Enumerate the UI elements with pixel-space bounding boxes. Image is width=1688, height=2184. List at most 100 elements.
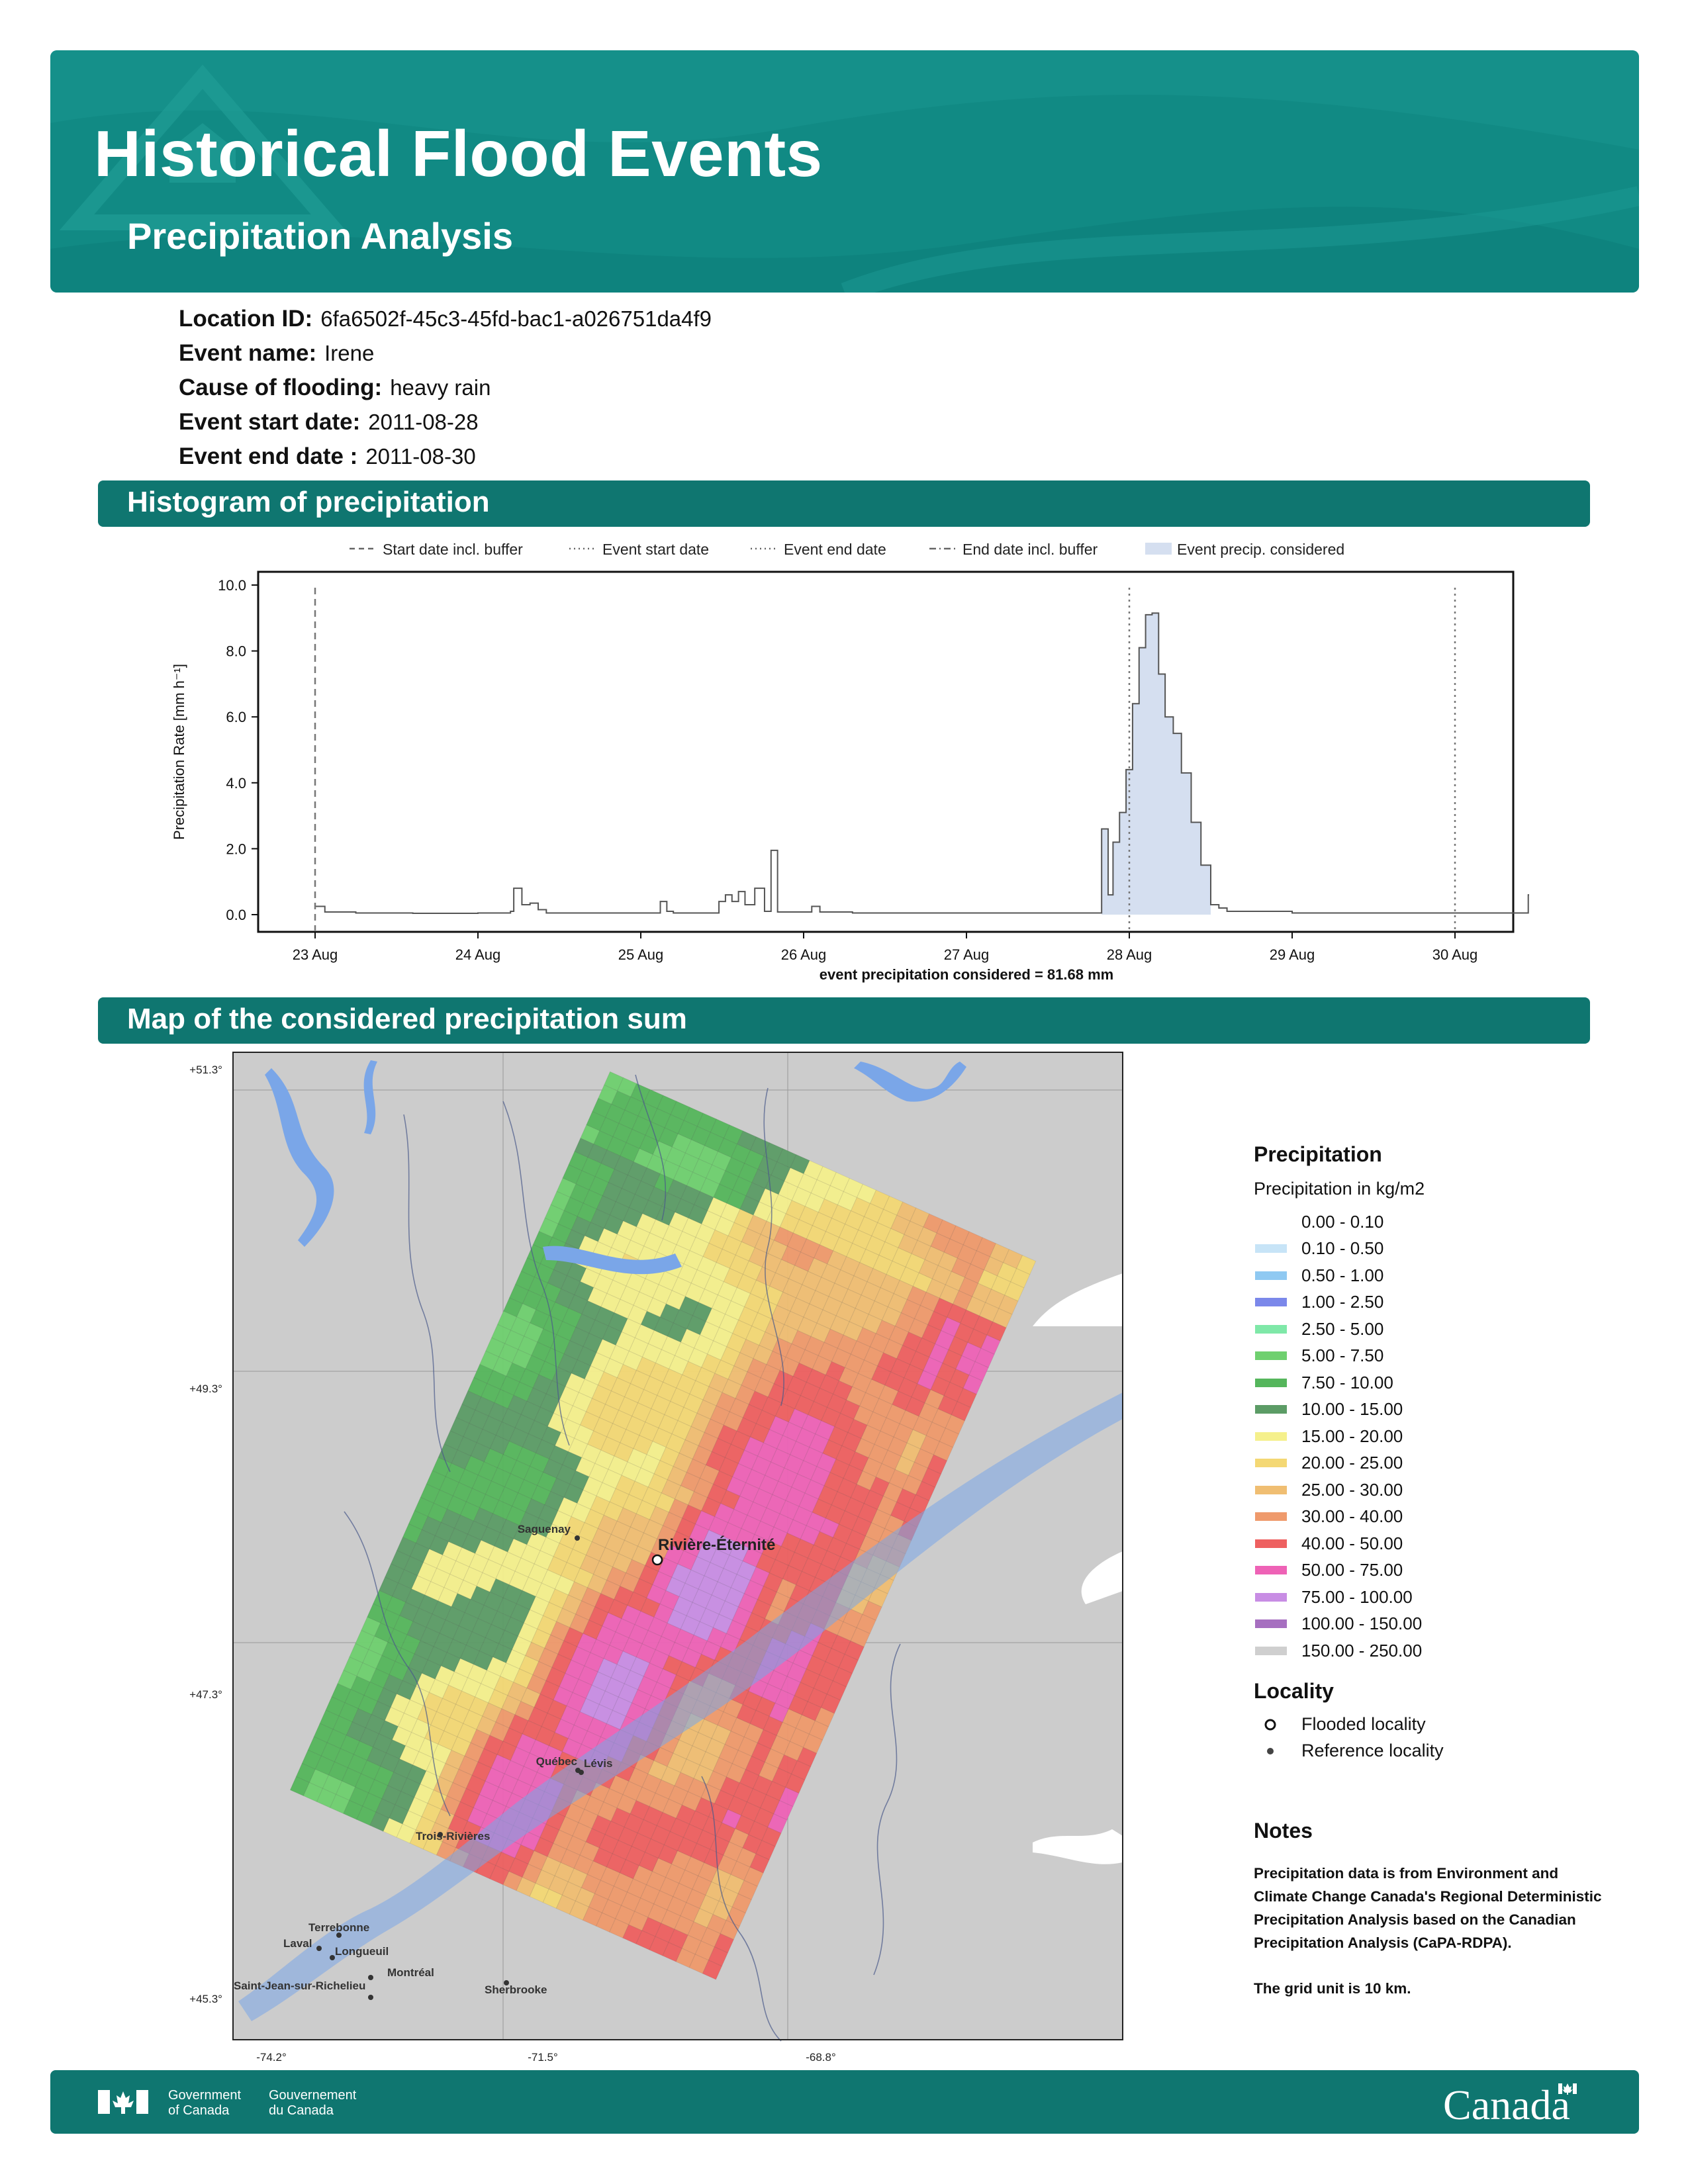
reference-locality-marker [575, 1535, 580, 1541]
x-tick-label: 29 Aug [1270, 946, 1315, 963]
legend-swatch [1255, 1539, 1287, 1548]
event-info: Location ID: 6fa6502f-45c3-45fd-bac1-a02… [179, 306, 712, 478]
gov-fr-line1: Gouvernement [269, 2088, 357, 2103]
legend-swatch [1255, 1324, 1287, 1334]
chart-legend-label: Start date incl. buffer [383, 541, 523, 558]
legend-flooded-locality: Flooded locality [1254, 1711, 1624, 1738]
legend-item-label: 150.00 - 250.00 [1301, 1640, 1423, 1661]
reference-locality-marker [579, 1770, 584, 1775]
gov-fr-line2: du Canada [269, 2103, 334, 2118]
y-tick-label: 0.0 [226, 907, 246, 923]
legend-swatch [1255, 1432, 1287, 1441]
legend-item: 75.00 - 100.00 [1254, 1584, 1624, 1611]
reference-locality-marker [368, 1995, 373, 2000]
x-tick-label: 25 Aug [618, 946, 664, 963]
end-date-value: 2011-08-30 [365, 444, 476, 469]
reference-locality-marker [316, 1946, 322, 1951]
page-subtitle: Precipitation Analysis [127, 215, 513, 257]
cause-value: heavy rain [390, 375, 491, 400]
locality-title: Locality [1254, 1678, 1334, 1703]
y-tick-label: 6.0 [226, 709, 246, 725]
x-tick-label: 24 Aug [455, 946, 501, 963]
canada-flag-icon [98, 2090, 148, 2114]
start-date-row: Event start date: 2011-08-28 [179, 409, 712, 443]
event-name-row: Event name: Irene [179, 340, 712, 375]
precipitation-map: Saguenay Québec Lévis Trois-Rivières Terrebo… [189, 1052, 1123, 2064]
reference-locality-label: Saguenay [518, 1523, 571, 1535]
page-title: Historical Flood Events [94, 117, 823, 190]
chart-legend-item: Start date incl. buffer [350, 541, 523, 558]
legend-subtitle: Precipitation in kg/m2 [1254, 1179, 1425, 1199]
latitude-label: +49.3° [189, 1383, 222, 1395]
legend-item: 50.00 - 75.00 [1254, 1557, 1624, 1584]
location-id-value: 6fa6502f-45c3-45fd-bac1-a026751da4f9 [320, 306, 712, 331]
reference-locality-marker [1254, 1745, 1287, 1758]
flooded-locality-label: Rivière-Éternité [658, 1535, 775, 1554]
legend-item: 0.00 - 0.10 [1254, 1208, 1624, 1236]
legend-swatch [1255, 1298, 1287, 1307]
reference-locality-label: Laval [283, 1937, 312, 1950]
legend-item: 0.10 - 0.50 [1254, 1236, 1624, 1263]
flooded-locality-marker [1254, 1718, 1287, 1731]
legend-item: 20.00 - 25.00 [1254, 1450, 1624, 1477]
legend-swatch [1255, 1378, 1287, 1387]
y-tick-label: 4.0 [226, 775, 246, 792]
map-legend: Precipitation Precipitation in kg/m2 0.0… [1254, 1142, 1624, 1764]
legend-item: 1.00 - 2.50 [1254, 1289, 1624, 1316]
legend-item: 5.00 - 7.50 [1254, 1343, 1624, 1370]
y-axis-label: Precipitation Rate [mm h⁻¹] [171, 664, 187, 840]
location-id-label: Location ID: [179, 306, 313, 332]
x-tick-label: 30 Aug [1432, 946, 1478, 963]
legend-item: 0.50 - 1.00 [1254, 1262, 1624, 1289]
reference-locality-label: Québec [536, 1755, 577, 1768]
gov-en-line1: Government [168, 2088, 241, 2103]
legend-item: 2.50 - 5.00 [1254, 1316, 1624, 1343]
y-tick-label: 8.0 [226, 643, 246, 660]
legend-swatch [1255, 1592, 1287, 1602]
x-tick-label: 23 Aug [293, 946, 338, 963]
legend-swatch [1255, 1405, 1287, 1414]
legend-swatch [1255, 1566, 1287, 1575]
legend-swatch [1255, 1351, 1287, 1361]
flooded-locality-label: Flooded locality [1301, 1714, 1426, 1734]
chart-legend-item: Event precip. considered [1145, 541, 1344, 558]
legend-item: 15.00 - 20.00 [1254, 1423, 1624, 1450]
legend-item-label: 15.00 - 20.00 [1301, 1426, 1403, 1446]
legend-item-label: 7.50 - 10.00 [1301, 1372, 1393, 1392]
legend-item-label: 1.00 - 2.50 [1301, 1292, 1384, 1312]
longitude-label: -68.8° [806, 2051, 836, 2064]
y-tick-label: 10.0 [218, 577, 246, 594]
legend-item: 100.00 - 150.00 [1254, 1611, 1624, 1638]
legend-item: 150.00 - 250.00 [1254, 1637, 1624, 1664]
header-banner: Historical Flood Events Precipitation An… [50, 50, 1639, 293]
histogram-section-bar: Histogram of precipitation [98, 480, 1590, 527]
legend-item-label: 2.50 - 5.00 [1301, 1318, 1384, 1339]
legend-swatch [1255, 1271, 1287, 1280]
histogram-section-title: Histogram of precipitation [127, 486, 490, 518]
reference-locality-label: Lévis [584, 1757, 612, 1770]
legend-item: 40.00 - 50.00 [1254, 1530, 1624, 1557]
reference-locality-label: Sherbrooke [485, 1983, 547, 1996]
reference-locality-marker [330, 1955, 335, 1960]
legend-item: 25.00 - 30.00 [1254, 1477, 1624, 1504]
map-section-bar: Map of the considered precipitation sum [98, 997, 1590, 1044]
legend-item-label: 0.00 - 0.10 [1301, 1211, 1384, 1232]
cause-row: Cause of flooding: heavy rain [179, 375, 712, 409]
start-date-value: 2011-08-28 [368, 410, 479, 434]
legend-item-label: 20.00 - 25.00 [1301, 1453, 1403, 1473]
legend-swatch [1255, 1485, 1287, 1494]
reference-locality-marker [368, 1975, 373, 1980]
wordmark-flag-icon [1558, 2083, 1577, 2095]
legend-swatch [1255, 1217, 1287, 1226]
reference-locality-label: Trois-Rivières [416, 1830, 490, 1843]
chart-legend-item: Event start date [569, 541, 709, 558]
legend-item-label: 10.00 - 15.00 [1301, 1399, 1403, 1420]
latitude-label: +45.3° [189, 1993, 222, 2005]
reference-locality-label: Montréal [387, 1966, 434, 1979]
map-section-title: Map of the considered precipitation sum [127, 1003, 687, 1035]
chart-legend-item: Event end date [751, 541, 886, 558]
reference-locality-label: Longueuil [335, 1945, 389, 1958]
legend-item-label: 0.50 - 1.00 [1301, 1265, 1384, 1285]
legend-item: 30.00 - 40.00 [1254, 1504, 1624, 1531]
legend-swatch [1255, 1619, 1287, 1629]
